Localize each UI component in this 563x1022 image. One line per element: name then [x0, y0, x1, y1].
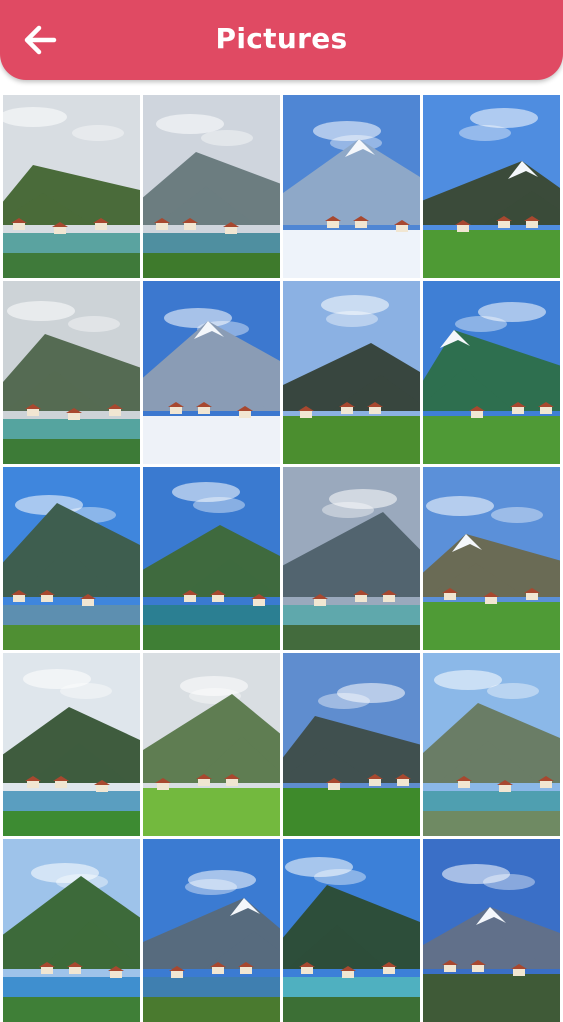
photo-thumbnail	[283, 653, 420, 836]
photo-thumbnail	[143, 95, 280, 278]
photo-thumbnail	[423, 95, 560, 278]
photo-tile[interactable]	[283, 95, 420, 278]
photo-thumbnail	[3, 839, 140, 1022]
photo-thumbnail	[3, 467, 140, 650]
photo-tile[interactable]	[143, 653, 280, 836]
photo-thumbnail	[3, 653, 140, 836]
photo-thumbnail	[283, 95, 420, 278]
photo-tile[interactable]	[283, 653, 420, 836]
photo-thumbnail	[3, 281, 140, 464]
photo-thumbnail	[283, 281, 420, 464]
photo-thumbnail	[423, 281, 560, 464]
photo-tile[interactable]	[3, 281, 140, 464]
photo-grid	[3, 95, 561, 1022]
photo-thumbnail	[423, 839, 560, 1022]
photo-tile[interactable]	[3, 839, 140, 1022]
photo-tile[interactable]	[283, 839, 420, 1022]
photo-tile[interactable]	[283, 467, 420, 650]
photo-tile[interactable]	[143, 839, 280, 1022]
photo-thumbnail	[3, 95, 140, 278]
page-title: Pictures	[215, 22, 348, 55]
photo-tile[interactable]	[143, 281, 280, 464]
photo-tile[interactable]	[3, 95, 140, 278]
photo-thumbnail	[423, 653, 560, 836]
photo-thumbnail	[143, 281, 280, 464]
photo-thumbnail	[423, 467, 560, 650]
photo-tile[interactable]	[143, 95, 280, 278]
photo-tile[interactable]	[283, 281, 420, 464]
app-bar: Pictures	[0, 0, 563, 80]
photo-thumbnail	[283, 839, 420, 1022]
photo-tile[interactable]	[143, 467, 280, 650]
photo-tile[interactable]	[423, 653, 560, 836]
photo-tile[interactable]	[423, 281, 560, 464]
photo-tile[interactable]	[423, 467, 560, 650]
photo-tile[interactable]	[423, 839, 560, 1022]
photo-thumbnail	[143, 467, 280, 650]
photo-thumbnail	[143, 839, 280, 1022]
photo-thumbnail	[283, 467, 420, 650]
photo-thumbnail	[143, 653, 280, 836]
photo-tile[interactable]	[3, 653, 140, 836]
photo-tile[interactable]	[3, 467, 140, 650]
photo-tile[interactable]	[423, 95, 560, 278]
